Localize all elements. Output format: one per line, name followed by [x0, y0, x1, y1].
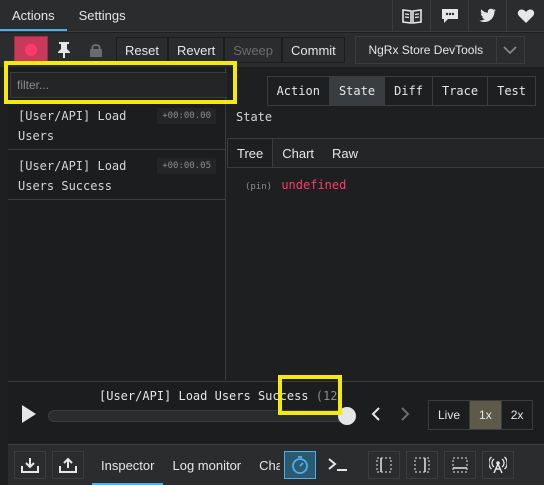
remote-button[interactable]	[482, 451, 515, 479]
pin-toggle[interactable]: (pin)	[245, 182, 272, 192]
reset-button[interactable]: Reset	[116, 37, 168, 63]
bottom-bar: Inspector Log monitor Cha	[8, 444, 544, 485]
revert-button[interactable]: Revert	[167, 37, 225, 63]
action-list-panel: [User/API] Load Users +00:00.00 [User/AP…	[8, 68, 230, 380]
speed-selector: Live 1x 2x	[428, 400, 534, 430]
filter-input[interactable]	[10, 72, 230, 98]
layout-grid-icon	[376, 457, 392, 473]
slider-bar: [User/API] Load Users Success (12) Live …	[8, 381, 544, 443]
tab-raw[interactable]: Raw	[323, 139, 367, 167]
record-button[interactable]	[14, 36, 48, 64]
pin-icon	[58, 42, 70, 58]
upload-icon	[59, 457, 77, 473]
terminal-icon	[328, 458, 348, 471]
tab-settings[interactable]: Settings	[67, 0, 138, 31]
timeline-slider[interactable]	[48, 410, 354, 422]
terminal-button[interactable]	[322, 451, 354, 479]
chevron-left-icon	[371, 407, 380, 421]
layout-right-button[interactable]	[406, 451, 439, 479]
tab-diff[interactable]: Diff	[385, 77, 433, 105]
dispatcher-button[interactable]	[284, 451, 317, 479]
commit-button[interactable]: Commit	[282, 37, 345, 63]
inspector-panel: Action State Diff Trace Test State Tree …	[227, 68, 544, 380]
layout-grid-icon	[452, 457, 468, 473]
timer-icon	[292, 456, 309, 474]
lock-button[interactable]	[80, 36, 112, 64]
tab-chart[interactable]: Chart	[273, 139, 323, 167]
action-time: +00:00.05	[157, 158, 216, 174]
toolbar: Reset Revert Sweep Commit NgRx Store Dev…	[0, 33, 544, 67]
tab-inspector[interactable]: Inspector	[92, 445, 163, 485]
layout-left-button[interactable]	[368, 451, 401, 479]
tab-actions[interactable]: Actions	[0, 0, 67, 31]
tab-state[interactable]: State	[329, 77, 386, 105]
layout-bottom-button[interactable]	[444, 451, 477, 479]
instance-select[interactable]: NgRx Store DevTools	[354, 36, 525, 64]
view-tabs: Tree Chart Raw	[227, 138, 544, 168]
tab-tree[interactable]: Tree	[227, 139, 274, 167]
book-icon[interactable]	[392, 0, 430, 31]
state-tree: (pin) undefined	[245, 178, 346, 192]
next-button[interactable]	[397, 404, 413, 424]
play-icon	[22, 405, 36, 423]
action-name: [User/API] Load Users Success	[18, 159, 127, 193]
slider-label: [User/API] Load Users Success (12)	[99, 389, 345, 403]
speed-2x-button[interactable]: 2x	[502, 401, 533, 429]
inspector-tabs: Action State Diff Trace Test	[266, 76, 536, 106]
export-button[interactable]	[52, 451, 84, 479]
chevron-right-icon	[401, 407, 410, 421]
twitter-icon[interactable]	[468, 0, 506, 31]
import-button[interactable]	[14, 451, 46, 479]
instance-select-label: NgRx Store DevTools	[368, 43, 484, 57]
download-icon	[21, 458, 39, 473]
pin-button[interactable]	[48, 36, 80, 64]
action-time: +00:00.00	[157, 108, 216, 124]
current-action-name: [User/API] Load Users Success	[99, 389, 309, 403]
action-count: (12)	[315, 389, 345, 403]
play-button[interactable]	[20, 404, 40, 426]
broadcast-icon	[489, 456, 508, 474]
list-item[interactable]: [User/API] Load Users Success +00:00.05	[8, 150, 226, 200]
tab-chart-monitor[interactable]: Cha	[250, 445, 280, 485]
top-icons	[392, 0, 544, 31]
tab-action[interactable]: Action	[267, 77, 330, 105]
tab-log-monitor[interactable]: Log monitor	[163, 445, 250, 485]
chevron-down-icon	[495, 37, 524, 63]
action-name: [User/API] Load Users	[18, 109, 127, 143]
record-dot-icon	[25, 44, 37, 56]
layout-grid-icon	[414, 457, 430, 473]
tab-trace[interactable]: Trace	[432, 77, 489, 105]
tree-value: undefined	[281, 178, 347, 192]
section-label: State	[236, 110, 273, 124]
list-item[interactable]: [User/API] Load Users +00:00.00	[8, 100, 226, 150]
slider-thumb[interactable]	[338, 407, 356, 425]
lock-icon	[90, 44, 102, 57]
speed-live-button[interactable]: Live	[429, 401, 471, 429]
sweep-button[interactable]: Sweep	[224, 37, 283, 63]
tab-test[interactable]: Test	[488, 77, 535, 105]
chat-icon[interactable]	[430, 0, 468, 31]
heart-icon[interactable]	[506, 0, 544, 31]
top-bar: Actions Settings	[0, 0, 544, 32]
speed-1x-button[interactable]: 1x	[470, 401, 502, 429]
previous-button[interactable]	[368, 404, 384, 424]
